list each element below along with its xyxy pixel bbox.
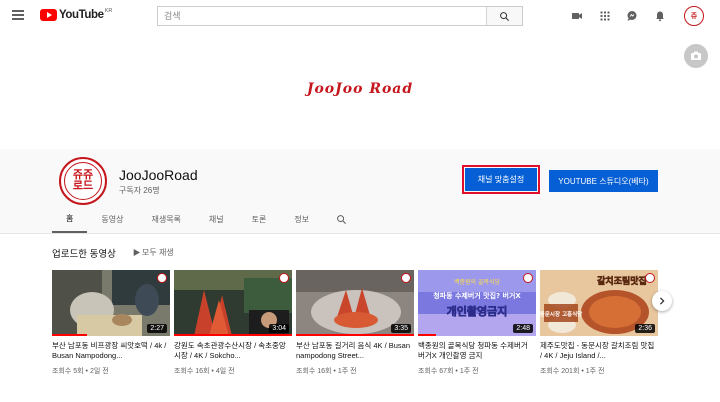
video-thumbnail[interactable]: 2:27 bbox=[52, 270, 170, 336]
video-thumbnail[interactable]: 3:04 bbox=[174, 270, 292, 336]
menu-icon[interactable] bbox=[12, 10, 24, 20]
youtube-play-icon bbox=[40, 9, 57, 21]
section-title[interactable]: 업로드한 동영상 bbox=[52, 246, 116, 260]
video-meta: 조회수 201회 • 1주 전 bbox=[540, 368, 605, 375]
youtube-logo[interactable]: YouTube KR bbox=[40, 8, 113, 21]
apps-icon[interactable] bbox=[599, 10, 611, 22]
tab-home[interactable]: 홈 bbox=[52, 205, 88, 233]
notifications-icon[interactable] bbox=[654, 10, 666, 22]
thumb-caption-top: 갈치조림맛집 bbox=[597, 275, 647, 287]
video-meta: 조회수 16회 • 1주 전 bbox=[296, 368, 357, 375]
search-icon bbox=[500, 11, 510, 21]
thumb-caption-top: 백종원의 골목식당 bbox=[454, 278, 501, 286]
video-card[interactable]: 갈치조림맛집 동문시장 고흥식당 2:36 제주도맛집 - 동문시장 갈치조림 … bbox=[540, 270, 658, 376]
watch-progress-bar bbox=[52, 334, 88, 336]
carousel-next-button[interactable] bbox=[652, 291, 672, 311]
create-video-icon[interactable] bbox=[571, 10, 583, 22]
channel-watermark bbox=[401, 273, 411, 283]
video-thumbnail[interactable]: 백종원의 골목식당 청파동 수제버거 맛집? 버거X 개인촬영금지 2:48 bbox=[418, 270, 536, 336]
video-duration: 2:27 bbox=[147, 324, 167, 333]
video-thumbnail[interactable]: 3:35 bbox=[296, 270, 414, 336]
watch-progress-bar bbox=[418, 334, 436, 336]
channel-watermark bbox=[157, 273, 167, 283]
watch-progress-bar bbox=[174, 334, 292, 336]
channel-avatar[interactable]: 쥬쥬 로드 bbox=[59, 157, 107, 205]
video-thumbnail[interactable]: 갈치조림맛집 동문시장 고흥식당 2:36 bbox=[540, 270, 658, 336]
channel-watermark bbox=[523, 273, 533, 283]
thumb-caption-badge: 동문시장 고흥식당 bbox=[540, 310, 582, 318]
uploads-section: 업로드한 동영상 모두 재생 2:27 부산 남포동 비프광장 씨앗호떡 / 4… bbox=[0, 234, 720, 402]
channel-watermark bbox=[645, 273, 655, 283]
tab-channels[interactable]: 채널 bbox=[195, 205, 238, 233]
video-meta: 조회수 16회 • 4일 전 bbox=[174, 368, 235, 375]
subscriber-count: 구독자 26명 bbox=[119, 186, 160, 195]
tab-discussion[interactable]: 토론 bbox=[238, 205, 281, 233]
top-bar: YouTube KR 쥬 bbox=[0, 0, 720, 33]
video-title[interactable]: 강원도 속초관광수산시장 / 속초중앙시장 / 4K / Sokcho... bbox=[174, 341, 292, 361]
search-icon bbox=[336, 214, 346, 224]
channel-banner: JooJoo Road bbox=[0, 33, 720, 149]
channel-name: JooJooRoad bbox=[119, 167, 198, 183]
video-title[interactable]: 부산 남포동 비프광장 씨앗호떡 / 4k / Busan Nampodong.… bbox=[52, 341, 170, 361]
video-duration: 2:36 bbox=[635, 324, 655, 333]
search-button[interactable] bbox=[486, 7, 522, 25]
thumb-caption-mid: 청파동 수제버거 맛집? 버거X bbox=[433, 291, 521, 300]
banner-title: JooJoo Road bbox=[306, 81, 414, 97]
customize-channel-button[interactable]: 채널 맞춤설정 bbox=[462, 165, 540, 194]
video-duration: 2:48 bbox=[513, 324, 533, 333]
messages-icon[interactable] bbox=[626, 10, 638, 22]
channel-header: 쥬쥬 로드 JooJooRoad 구독자 26명 채널 맞춤설정 YOUTUBE … bbox=[0, 149, 720, 233]
channel-avatar-logo: 쥬쥬 로드 bbox=[64, 162, 102, 200]
video-title[interactable]: 백종원의 골목식당 청파동 수제버거 버거X 개인촬영 금지 bbox=[418, 341, 536, 361]
play-all-link[interactable]: 모두 재생 bbox=[133, 247, 174, 258]
tab-videos[interactable]: 동영상 bbox=[87, 205, 137, 233]
video-title[interactable]: 제주도맛집 - 동문시장 갈치조림 맛집 / 4K / Jeju Island … bbox=[540, 341, 658, 361]
camera-icon bbox=[691, 51, 701, 60]
play-icon bbox=[133, 249, 140, 256]
chevron-right-icon bbox=[659, 297, 665, 305]
video-meta: 조회수 67회 • 1주 전 bbox=[418, 368, 479, 375]
video-duration: 3:35 bbox=[391, 324, 411, 333]
video-duration: 3:04 bbox=[269, 324, 289, 333]
edit-banner-button[interactable] bbox=[684, 44, 708, 68]
video-card[interactable]: 3:35 부산 남포동 길거리 음식 4K / Busan nampodong … bbox=[296, 270, 414, 376]
tab-playlists[interactable]: 재생목록 bbox=[137, 205, 194, 233]
channel-watermark bbox=[279, 273, 289, 283]
tab-about[interactable]: 정보 bbox=[280, 205, 323, 233]
search-input[interactable] bbox=[158, 7, 486, 25]
play-all-label: 모두 재생 bbox=[142, 248, 174, 257]
search-box bbox=[157, 6, 523, 26]
video-card[interactable]: 백종원의 골목식당 청파동 수제버거 맛집? 버거X 개인촬영금지 2:48 백… bbox=[418, 270, 536, 376]
youtube-studio-button[interactable]: YOUTUBE 스튜디오(베타) bbox=[549, 170, 658, 192]
logo-text: YouTube bbox=[59, 9, 104, 21]
thumb-caption-big: 개인촬영금지 bbox=[447, 304, 508, 318]
channel-search-button[interactable] bbox=[323, 205, 359, 233]
watch-progress-bar bbox=[296, 334, 414, 336]
video-card[interactable]: 2:27 부산 남포동 비프광장 씨앗호떡 / 4k / Busan Nampo… bbox=[52, 270, 170, 376]
video-title[interactable]: 부산 남포동 길거리 음식 4K / Busan nampodong Stree… bbox=[296, 341, 414, 361]
video-meta: 조회수 5회 • 2일 전 bbox=[52, 368, 109, 375]
logo-region: KR bbox=[104, 8, 113, 14]
video-card[interactable]: 3:04 강원도 속초관광수산시장 / 속초중앙시장 / 4K / Sokcho… bbox=[174, 270, 292, 376]
account-avatar[interactable]: 쥬 bbox=[684, 6, 704, 26]
channel-tabs: 홈 동영상 재생목록 채널 토론 정보 bbox=[52, 205, 359, 233]
